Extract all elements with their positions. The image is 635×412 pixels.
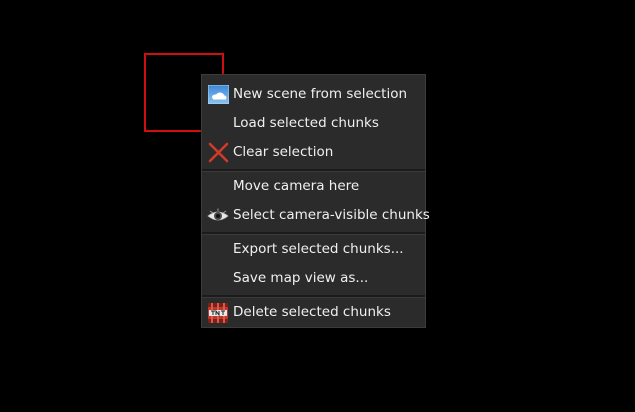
context-menu: New scene from selection Load selected c… <box>201 74 430 328</box>
menu-item-load-selected-chunks[interactable]: Load selected chunks <box>202 109 425 138</box>
sky-scene-icon <box>207 84 229 105</box>
menu-item-label: Clear selection <box>233 144 334 160</box>
menu-item-label: New scene from selection <box>233 86 408 102</box>
menu-item-label: Load selected chunks <box>233 115 379 131</box>
menu-item-delete-selected-chunks[interactable]: Delete selected chunks <box>202 298 425 327</box>
menu-item-label: Select camera-visible chunks <box>233 207 430 223</box>
menu-item-select-camera-visible-chunks[interactable]: Select camera-visible chunks <box>202 201 430 230</box>
menu-item-label: Save map view as... <box>233 270 369 286</box>
menu-item-label: Delete selected chunks <box>233 304 391 320</box>
menu-item-move-camera-here[interactable]: Move camera here <box>202 172 425 201</box>
menu-item-save-map-view-as[interactable]: Save map view as... <box>202 264 425 293</box>
menu-item-export-selected-chunks[interactable]: Export selected chunks... <box>202 235 425 264</box>
tnt-icon <box>207 302 229 323</box>
eye-icon <box>207 205 229 226</box>
menu-item-new-scene-from-selection[interactable]: New scene from selection <box>202 80 425 109</box>
red-x-icon <box>207 142 229 163</box>
map-view[interactable]: New scene from selection Load selected c… <box>0 0 635 412</box>
menu-item-clear-selection[interactable]: Clear selection <box>202 138 425 167</box>
menu-item-label: Move camera here <box>233 178 360 194</box>
menu-item-label: Export selected chunks... <box>233 241 404 257</box>
